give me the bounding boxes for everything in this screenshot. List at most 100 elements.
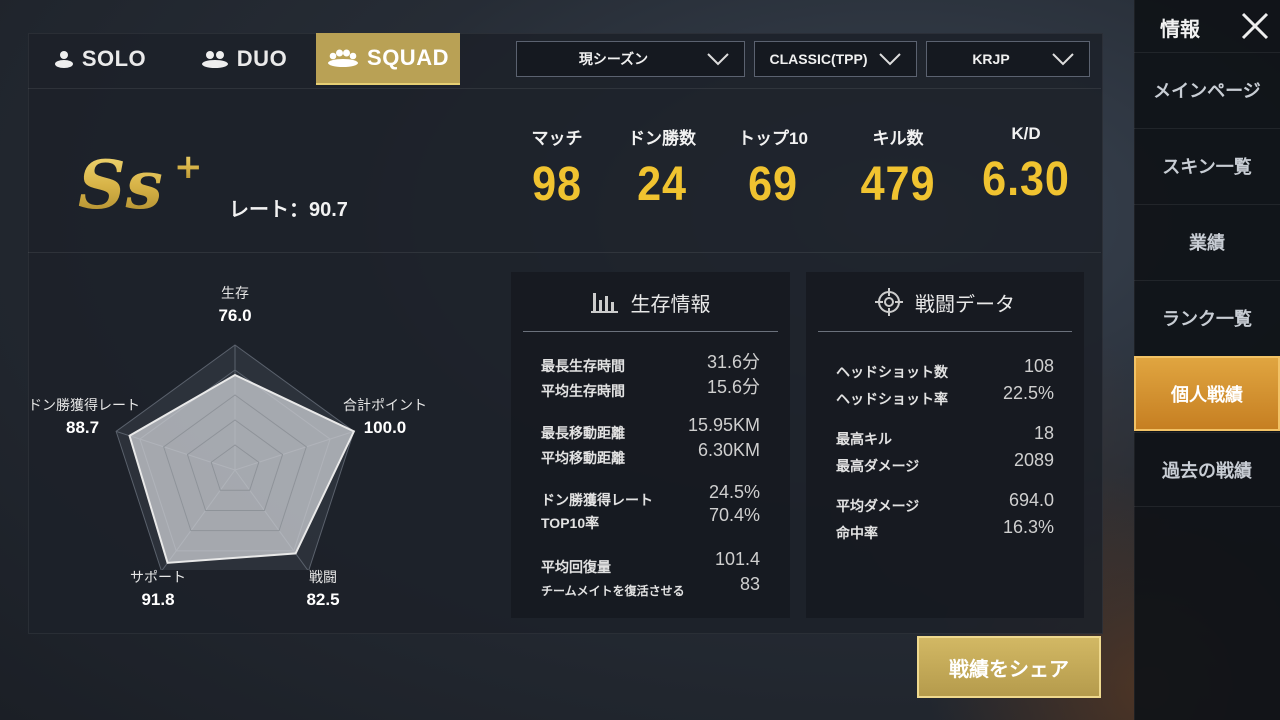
nav-item-label: 業績 — [1189, 233, 1225, 253]
stat-value: 6.30 — [982, 153, 1070, 206]
radar-axis-name: ドン勝獲得レート — [28, 397, 140, 413]
row-value: 101.4 — [714, 549, 760, 569]
tab-squad-label: SQUAD — [367, 45, 449, 70]
stat-label: キル数 — [872, 129, 924, 148]
chevron-down-icon — [878, 51, 902, 70]
nav-item-main-page[interactable]: メインページ — [1134, 52, 1280, 127]
survival-header-rule — [523, 331, 778, 332]
row-label: TOP10率 — [541, 515, 600, 531]
row-value: 15.6分 — [706, 377, 760, 397]
squad-icon — [327, 49, 359, 67]
row-value: 6.30KM — [697, 440, 760, 460]
close-icon — [1241, 12, 1269, 40]
nav-item-label: 過去の戦績 — [1162, 460, 1252, 481]
row-label: 最長生存時間 — [541, 358, 625, 374]
nav-item-achievements[interactable]: 業績 — [1134, 204, 1280, 279]
stat-wins: ドン勝数 24 — [607, 124, 717, 212]
tab-solo-label: SOLO — [81, 46, 147, 71]
rating-text: レート：90.7 — [229, 199, 348, 221]
survival-row: TOP10率 70.4% — [511, 505, 790, 537]
summary-divider — [28, 252, 1101, 253]
duo-icon — [201, 50, 229, 68]
row-label: 最高キル — [836, 431, 892, 447]
nav-item-label: 個人戦績 — [1171, 384, 1243, 405]
close-button[interactable] — [1237, 8, 1273, 44]
radar-axis-value: 91.8 — [141, 590, 175, 609]
chevron-down-icon — [706, 51, 730, 70]
stat-top10: トップ10 69 — [718, 124, 828, 212]
radar-label-total-points: 合計ポイント 100.0 — [335, 395, 435, 438]
radar-label-survival: 生存 76.0 — [195, 283, 275, 326]
stat-value: 69 — [748, 158, 798, 211]
radar-chart — [115, 344, 356, 570]
stat-label: K/D — [1011, 124, 1041, 143]
row-value: 694.0 — [1008, 490, 1054, 510]
stat-label: ドン勝数 — [628, 129, 696, 148]
row-label: 平均ダメージ — [836, 498, 920, 514]
row-value: 31.6分 — [706, 352, 760, 372]
combat-row: 最高ダメージ 2089 — [806, 450, 1084, 480]
row-label: 最高ダメージ — [836, 458, 920, 474]
row-label: ヘッドショット率 — [836, 391, 948, 407]
radar-axis-name: サポート — [130, 569, 186, 585]
row-value: 2089 — [1013, 450, 1054, 470]
row-value: 108 — [1023, 356, 1054, 376]
combat-info-box: 戦闘データ ヘッドショット数 108 ヘッドショット率 22.5% 最高キル 18 最… — [806, 272, 1084, 618]
radar-axis-value: 100.0 — [363, 418, 407, 437]
row-value: 16.3% — [1002, 517, 1054, 537]
share-stats-button[interactable]: 戦績をシェア — [917, 636, 1101, 698]
tab-duo[interactable]: DUO — [172, 33, 316, 85]
row-label: 平均生存時間 — [541, 383, 625, 399]
radar-label-win-rate: ドン勝獲得レート 88.7 — [28, 395, 148, 438]
nav-item-label: メインページ — [1153, 81, 1261, 101]
mode-tabs: SOLO DUO SQUAD — [28, 33, 460, 87]
mode-dropdown[interactable]: CLASSIC(TPP) — [754, 41, 917, 77]
combat-header-rule — [818, 331, 1072, 332]
nav-item-past-records[interactable]: 過去の戦績 — [1134, 432, 1280, 507]
survival-header: 生存情報 — [511, 286, 790, 318]
crosshair-icon — [875, 288, 903, 316]
tab-duo-label: DUO — [236, 46, 288, 71]
solo-icon — [54, 50, 74, 68]
filter-bar: 現シーズン CLASSIC(TPP) KRJP — [516, 41, 1090, 77]
nav-item-label: スキン一覧 — [1162, 157, 1252, 177]
tab-solo[interactable]: SOLO — [28, 33, 172, 85]
radar-axis-value: 88.7 — [66, 418, 100, 437]
nav-item-personal-stats[interactable]: 個人戦績 — [1134, 356, 1280, 431]
row-label: 最長移動距離 — [541, 425, 625, 441]
survival-title: 生存情報 — [630, 291, 711, 316]
combat-header: 戦闘データ — [806, 286, 1084, 318]
row-label: 平均回復量 — [541, 559, 611, 575]
row-value: 24.5% — [708, 482, 760, 502]
stat-kills: キル数 479 — [843, 124, 953, 212]
survival-row: 平均移動距離 6.30KM — [511, 440, 790, 472]
season-dropdown[interactable]: 現シーズン — [516, 41, 745, 77]
chevron-down-icon — [1051, 51, 1075, 70]
row-value: 70.4% — [708, 505, 760, 525]
survival-row: チームメイトを復活させる 83 — [511, 574, 790, 606]
combat-title: 戦闘データ — [915, 291, 1015, 316]
row-value: 83 — [739, 574, 760, 594]
region-dropdown[interactable]: KRJP — [926, 41, 1090, 77]
nav-item-rank-list[interactable]: ランク一覧 — [1134, 280, 1280, 355]
survival-row: 平均生存時間 15.6分 — [511, 377, 790, 405]
row-label: 命中率 — [836, 525, 878, 541]
tabs-divider — [28, 88, 1101, 89]
radar-axis-value: 76.0 — [218, 306, 252, 325]
stat-value: 98 — [532, 158, 582, 211]
radar-label-combat: 戦闘 82.5 — [283, 567, 363, 610]
row-label: ドン勝獲得レート — [541, 492, 653, 508]
tab-squad[interactable]: SQUAD — [316, 33, 460, 85]
stat-value: 24 — [637, 158, 687, 211]
stat-matches: マッチ 98 — [502, 124, 612, 212]
row-value: 22.5% — [1002, 383, 1054, 403]
nav-item-label: ランク一覧 — [1162, 309, 1252, 329]
stat-kd: K/D 6.30 — [971, 124, 1081, 207]
nav-item-skins[interactable]: スキン一覧 — [1134, 128, 1280, 203]
row-value: 18 — [1033, 423, 1054, 443]
row-label: ヘッドショット数 — [836, 364, 948, 380]
row-value: 15.95KM — [687, 415, 760, 435]
stat-value: 479 — [860, 158, 936, 211]
radar-axis-name: 戦闘 — [309, 569, 337, 585]
radar-axis-name: 生存 — [221, 285, 249, 301]
